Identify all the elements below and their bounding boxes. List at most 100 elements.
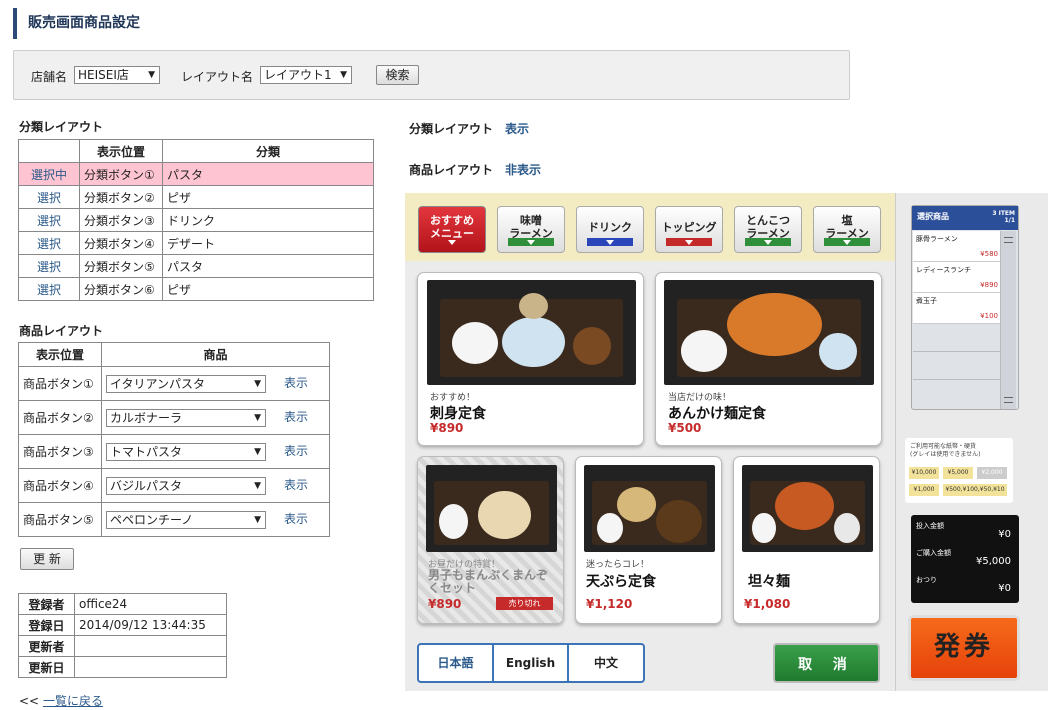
updated-label: 更新日 [18,656,75,678]
show-link[interactable]: 表示 [284,444,308,458]
position-cell: 分類ボタン④ [79,231,163,255]
product-card[interactable]: 当店だけの味！ あんかけ麺定食 ¥500 [655,272,882,446]
column-header: 分類 [162,139,374,163]
page-title: 販売画面商品設定 [13,8,140,39]
registrant-label: 登録者 [18,593,75,615]
accepted-money-panel: ご利用可能な紙幣・硬貨 (グレイは使用できません) ¥10,000 ¥5,000… [905,438,1013,503]
table-row: 商品ボタン③ トマトパスタ ▼ 表示 [18,434,330,469]
select-link[interactable]: 選択 [37,237,61,251]
table-row: 商品ボタン② カルボナーラ ▼ 表示 [18,400,330,435]
table-row: 選択 分類ボタン⑥ ピザ [18,277,374,301]
position-cell: 分類ボタン① [79,162,163,186]
item-name: 男子もまんぷくまんぞくセット [428,568,549,595]
back-nav: << 一覧に戻る [19,694,103,708]
category-button-recommend[interactable]: おすすめ メニュー [418,206,486,253]
purchase-label: ご購入金額 [916,549,951,557]
item-price: ¥890 [430,421,464,435]
change-label: おつり [916,576,937,584]
caret-down-icon [606,240,614,245]
select-link[interactable]: 選択 [37,283,61,297]
registered-label: 登録日 [18,614,75,636]
category-cell: ピザ [162,277,374,301]
position-cell: 商品ボタン② [18,400,102,435]
money-chip: ¥1,000 [909,484,939,496]
chevron-down-icon: ▼ [340,70,347,80]
money-chip-disabled: ¥2,000 [977,467,1007,479]
update-button[interactable]: 更 新 [20,548,74,570]
chevron-down-icon: ▼ [254,412,261,423]
product-select[interactable]: イタリアンパスタ ▼ [106,374,266,393]
product-select[interactable]: ペペロンチーノ ▼ [106,510,266,529]
show-link[interactable]: 表示 [284,478,308,492]
money-notice: ご利用可能な紙幣・硬貨 (グレイは使用できません) [910,443,981,458]
select-link[interactable]: 選択 [37,260,61,274]
money-chip: ¥500,¥100,¥50,¥10 [943,484,1007,496]
show-link[interactable]: 表示 [284,376,308,390]
position-cell: 商品ボタン④ [18,468,102,503]
lang-japanese-button[interactable]: 日本語 [419,645,494,681]
column-header [18,139,80,163]
category-layout-title: 分類レイアウト [19,120,104,134]
dish-photo [664,280,874,385]
product-select[interactable]: トマトパスタ ▼ [106,442,266,461]
caret-down-icon [527,240,535,245]
kiosk-preview: おすすめ メニュー 味噌 ラーメン ドリンク トッピング とんこつ ラーメン 塩ラーメ… [405,193,1048,691]
cancel-button[interactable]: 取 消 [773,643,880,683]
search-button[interactable]: 検索 [376,65,419,85]
category-button-tonkotsu[interactable]: とんこつ ラーメン [734,206,802,253]
position-cell: 分類ボタン⑤ [79,254,163,278]
updater-value [74,635,227,657]
category-button-shio[interactable]: 塩ラーメン [813,206,881,253]
record-info-table: 登録者 office24 登録日 2014/09/12 13:44:35 更新者 更… [18,593,227,678]
item-tagline: 迷ったらコレ！ [586,560,650,570]
cart-scrollbar[interactable] [1000,231,1016,409]
kiosk-sidebar: 選択商品 3 ITEM 1/1 豚骨ラーメン ¥580 レディースランチ ¥890 煮玉… [895,193,1048,691]
caret-down-icon [448,240,456,245]
grip-icon [1004,397,1013,403]
item-tagline: 当店だけの味！ [668,393,732,403]
issue-ticket-button[interactable]: 発券 [908,615,1020,681]
select-link[interactable]: 選択 [37,214,61,228]
category-button-topping[interactable]: トッピング [655,206,723,253]
position-cell: 分類ボタン③ [79,208,163,232]
show-link[interactable]: 表示 [284,410,308,424]
position-cell: 商品ボタン③ [18,434,102,469]
chevron-down-icon: ▼ [254,514,261,525]
item-name: 天ぷら定食 [586,574,656,590]
search-panel: 店舗名 HEISEI店 ▼ レイアウト名 レイアウト1 ▼ 検索 [13,50,850,100]
product-card[interactable]: おすすめ！ 刺身定食 ¥890 [417,272,644,446]
lang-chinese-button[interactable]: 中文 [569,645,643,681]
product-card[interactable]: 迷ったらコレ！ 天ぷら定食 ¥1,120 [575,456,722,624]
dish-photo [427,280,636,385]
product-card[interactable]: 坦々麺 ¥1,080 [733,456,880,624]
position-cell: 分類ボタン② [79,185,163,209]
payment-display: 投入金額 ¥0 ご購入金額 ¥5,000 おつり ¥0 [911,515,1019,603]
table-row: 選択中 分類ボタン① パスタ [18,162,374,186]
category-table: 表示位置 分類 選択中 分類ボタン① パスタ 選択 分類ボタン② ピザ 選択 分… [18,139,374,301]
product-select[interactable]: バジルパスタ ▼ [106,476,266,495]
product-layout-toggle[interactable]: 非表示 [505,161,541,178]
dish-photo [742,465,873,552]
category-button-drink[interactable]: ドリンク [576,206,644,253]
store-select[interactable]: HEISEI店 ▼ [74,66,160,84]
product-card-sold-out[interactable]: お昼だけの特賞！ 男子もまんぷくまんぞくセット ¥890 売り切れ [417,456,564,624]
purchase-value: ¥5,000 [976,556,1011,567]
dish-photo [426,465,557,552]
money-chip: ¥5,000 [943,467,973,479]
caret-down-icon [685,240,693,245]
product-table: 表示位置 商品 商品ボタン① イタリアンパスタ ▼ 表示 商品ボタン② カルボナーラ… [18,342,330,537]
lang-english-button[interactable]: English [494,645,569,681]
product-select[interactable]: カルボナーラ ▼ [106,408,266,427]
table-row: 商品ボタン⑤ ペペロンチーノ ▼ 表示 [18,502,330,537]
show-link[interactable]: 表示 [284,512,308,526]
category-layout-toggle[interactable]: 表示 [505,120,529,137]
cart-item: 豚骨ラーメン ¥580 [913,231,1001,262]
layout-select[interactable]: レイアウト1 ▼ [260,66,352,84]
category-button-miso[interactable]: 味噌 ラーメン [497,206,565,253]
selected-link[interactable]: 選択中 [31,168,67,182]
item-name: 刺身定食 [430,406,486,422]
back-to-list-link[interactable]: 一覧に戻る [43,694,103,708]
category-cell: デザート [162,231,374,255]
caret-down-icon [843,240,851,245]
select-link[interactable]: 選択 [37,191,61,205]
